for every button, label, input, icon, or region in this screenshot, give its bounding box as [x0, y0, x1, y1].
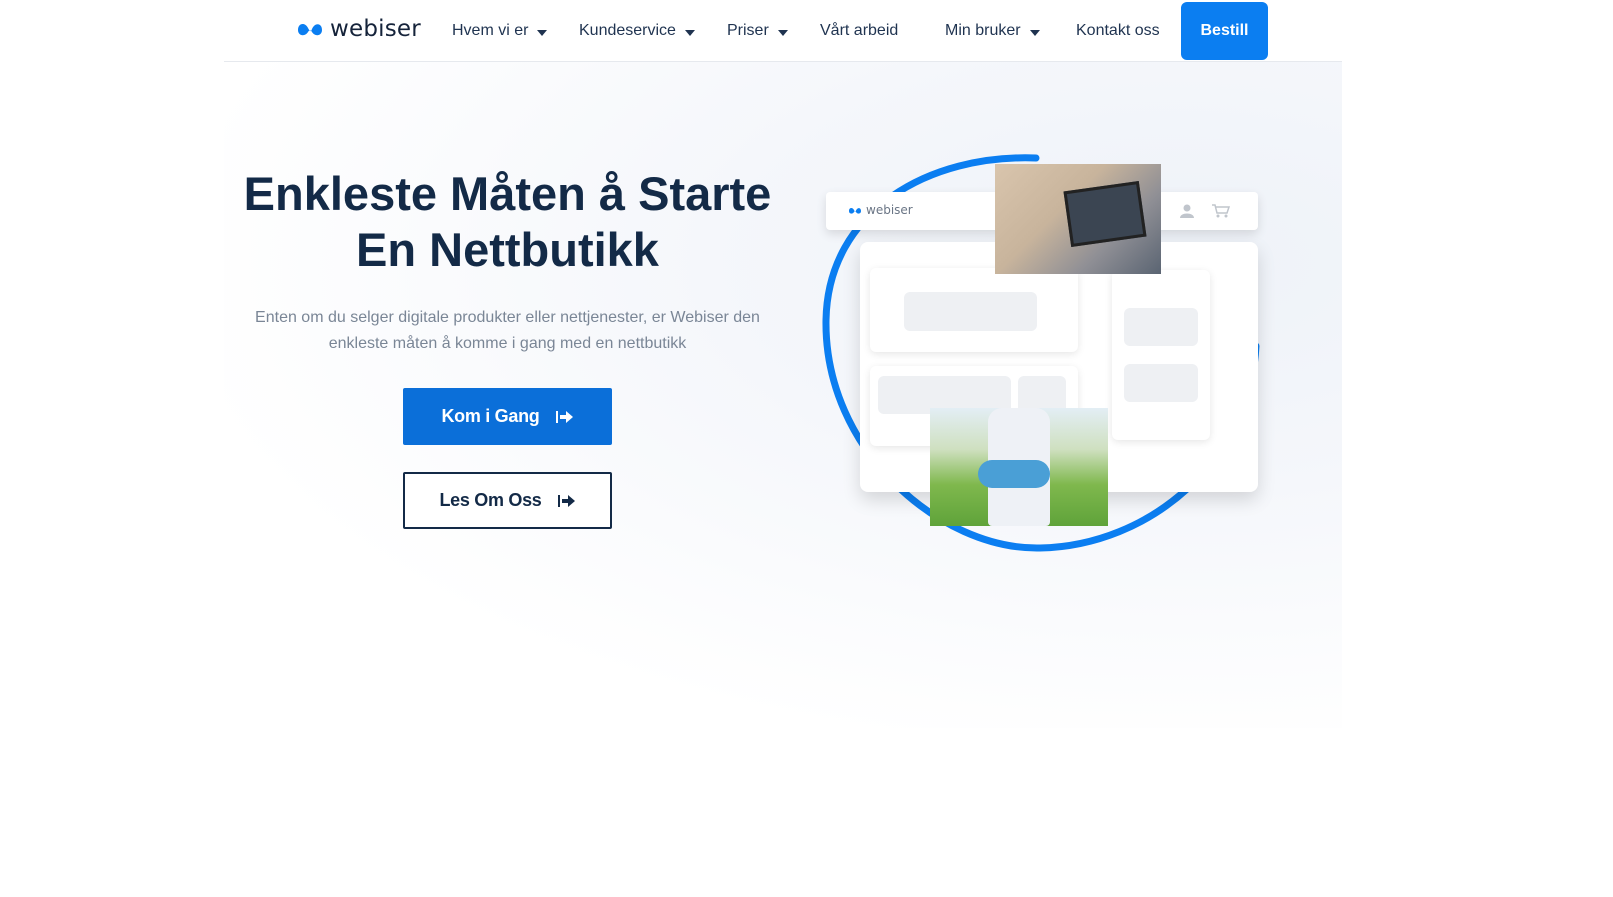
- mock-logo-icon: [849, 208, 861, 214]
- arrow-right-icon: [555, 410, 573, 423]
- nav-item-hvem-vi-er[interactable]: Hvem vi er: [452, 22, 548, 40]
- nav-label: Kundeservice: [579, 22, 676, 39]
- nav-item-kundeservice[interactable]: Kundeservice: [579, 22, 695, 40]
- mock-logo-text: webiser: [866, 203, 913, 217]
- button-label: Les Om Oss: [439, 490, 542, 510]
- logo-text: webiser: [330, 16, 421, 42]
- hero-title-line2: En Nettbutikk: [356, 223, 659, 276]
- caret-down-icon: [777, 29, 788, 36]
- nav-label: Hvem vi er: [452, 22, 529, 39]
- yoga-mat: [978, 460, 1050, 488]
- nav-label: Priser: [727, 22, 769, 39]
- yoga-photo: [930, 408, 1108, 526]
- nav-item-priser[interactable]: Priser: [727, 22, 788, 40]
- mock-block: [904, 292, 1037, 331]
- hero-subtitle: Enten om du selger digitale produkter el…: [255, 309, 760, 352]
- arrow-right-icon: [557, 494, 575, 507]
- mock-sidebar-card: [1112, 270, 1210, 440]
- mock-block: [1124, 308, 1198, 346]
- button-label: Kom i Gang: [441, 406, 540, 426]
- hero-illustration: webiser: [820, 150, 1290, 560]
- order-button[interactable]: Bestill: [1181, 2, 1268, 60]
- caret-down-icon: [537, 29, 548, 36]
- caret-down-icon: [684, 29, 695, 36]
- nav-item-kontakt-oss[interactable]: Kontakt oss: [1076, 22, 1160, 40]
- tablet-screen: [1063, 180, 1147, 248]
- about-us-button[interactable]: Les Om Oss: [403, 472, 612, 529]
- hero-title: Enkleste Måten å Starte En Nettbutikk: [230, 166, 785, 278]
- nav-label: Kontakt oss: [1076, 22, 1160, 39]
- get-started-button[interactable]: Kom i Gang: [403, 388, 612, 445]
- logo-icon: [298, 24, 322, 36]
- tablet-photo: [995, 164, 1161, 274]
- logo[interactable]: webiser: [296, 16, 421, 42]
- caret-down-icon: [1029, 29, 1040, 36]
- nav-item-vart-arbeid[interactable]: Vårt arbeid: [820, 22, 898, 40]
- site-header: webiser Hvem vi er Kundeservice Priser V…: [224, 0, 1342, 62]
- nav-label: Min bruker: [945, 22, 1021, 39]
- nav-item-min-bruker[interactable]: Min bruker: [945, 22, 1040, 40]
- cart-icon: [1212, 204, 1230, 218]
- mock-block: [1124, 364, 1198, 402]
- hero-title-line1: Enkleste Måten å Starte: [243, 167, 772, 220]
- user-icon: [1180, 204, 1194, 218]
- nav-label: Vårt arbeid: [820, 22, 899, 39]
